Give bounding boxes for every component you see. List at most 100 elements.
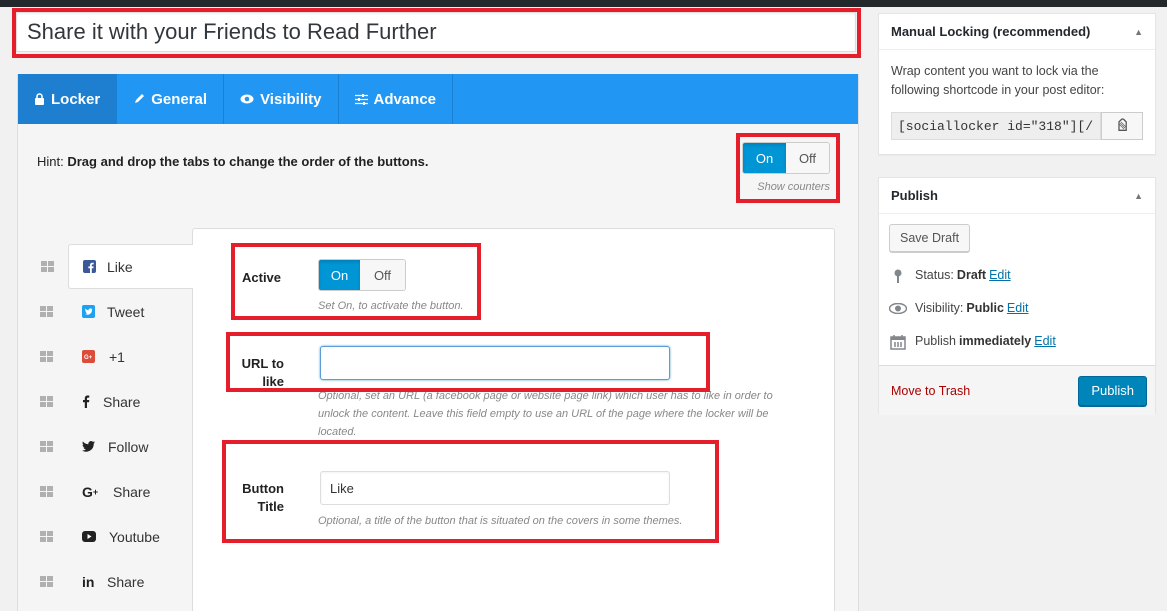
admin-top-bar [0,0,1167,7]
schedule-label: Publish [915,334,956,348]
button-item-linkedin-share[interactable]: in Share [18,559,193,604]
hint-prefix: Hint: [37,154,64,169]
tab-locker[interactable]: Locker [18,74,118,124]
hint-text: Hint: Drag and drop the tabs to change t… [37,152,457,171]
active-help-text: Set On, to activate the button. [318,300,464,312]
google-plus-g-icon: G + [82,483,99,500]
active-on-option[interactable]: On [319,260,360,290]
pencil-icon [133,93,145,105]
tab-label: Locker [51,90,101,108]
tab-label: Visibility [260,90,322,108]
button-item-fb-share[interactable]: Share [18,379,193,424]
button-item-label: +1 [109,348,125,365]
shortcode-field[interactable] [891,112,1102,140]
locker-settings-panel: Locker General Visibility Advance Hint: … [17,74,859,611]
copy-tag-icon [1118,118,1128,131]
button-title-input[interactable] [320,471,670,505]
publish-button[interactable]: Publish [1078,375,1147,406]
publish-header[interactable]: Publish ▲ [879,178,1155,214]
lock-icon [34,93,45,105]
url-help-text: Optional, set an URL (a facebook page or… [318,390,773,438]
button-item-label: Share [103,393,141,410]
visibility-row: Visibility: Public Edit [889,299,1145,318]
publish-box: Publish ▲ Save Draft Status: Draft Edit … [878,177,1156,415]
drag-handle-icon[interactable] [40,486,53,497]
sliders-icon [354,93,368,105]
move-to-trash-link[interactable]: Move to Trash [891,384,970,398]
schedule-value: immediately [959,334,1032,348]
drag-handle-icon[interactable] [40,441,53,452]
tab-visibility[interactable]: Visibility [224,74,339,124]
manual-locking-header[interactable]: Manual Locking (recommended) ▲ [879,14,1155,50]
facebook-f-icon [82,395,90,408]
drag-handle-icon[interactable] [40,396,53,407]
tab-general[interactable]: General [117,74,225,124]
url-label-line1: URL to [241,356,284,371]
show-counters-toggle[interactable]: On Off [742,142,830,174]
active-label: Active [242,270,282,285]
eye-icon [889,303,907,314]
save-draft-button[interactable]: Save Draft [889,224,971,252]
title-field-wrapper [16,12,856,52]
active-toggle[interactable]: On Off [318,259,406,291]
edit-visibility-link[interactable]: Edit [1007,299,1029,318]
copy-shortcode-button[interactable] [1101,112,1143,140]
show-counters-control: On Off Show counters [742,142,830,193]
drag-handle-icon[interactable] [40,531,53,542]
active-off-option[interactable]: Off [360,260,405,290]
status-label: Status: [915,268,954,282]
settings-tabs: Locker General Visibility Advance [18,74,858,124]
youtube-icon [82,531,96,542]
google-plus-icon: G+ [82,350,95,363]
visibility-label: Visibility: [915,301,964,315]
visibility-value: Public [966,301,1004,315]
url-to-like-input[interactable] [320,346,670,380]
button-item-google-share[interactable]: G + Share [18,469,193,514]
facebook-icon [83,260,96,273]
tab-label: Advance [373,90,437,108]
button-item-label: Share [107,573,145,590]
button-title-help-text: Optional, a title of the button that is … [318,515,683,527]
counters-on-option[interactable]: On [743,143,786,173]
tab-advance[interactable]: Advance [339,74,454,124]
svg-text:G+: G+ [84,355,93,361]
button-item-label: Like [107,258,133,275]
collapse-caret-icon[interactable]: ▲ [1134,191,1143,201]
url-label-line2: like [262,374,284,389]
button-title-label-line1: Button [242,481,284,496]
status-value: Draft [956,268,987,282]
drag-handle-icon[interactable] [40,576,53,587]
button-item-like[interactable]: Like [41,244,193,289]
status-row: Status: Draft Edit [889,266,1145,285]
button-item-plus-one[interactable]: G+ +1 [18,334,193,379]
button-item-label: Youtube [109,528,160,545]
drag-handle-icon[interactable] [40,306,53,317]
button-title-label: Button Title [233,480,284,516]
hint-message: Drag and drop the tabs to change the ord… [67,154,429,169]
counters-off-option[interactable]: Off [786,143,829,173]
show-counters-label: Show counters [757,181,830,193]
drag-handle-icon[interactable] [40,351,53,362]
edit-schedule-link[interactable]: Edit [1034,332,1056,351]
eye-icon [240,94,254,104]
tab-label: General [151,90,208,108]
linkedin-icon: in [82,573,95,590]
collapse-caret-icon[interactable]: ▲ [1134,27,1143,37]
url-label: URL to like [236,355,284,391]
pin-icon [889,269,907,283]
button-item-label: Share [113,483,151,500]
button-item-tweet[interactable]: Tweet [18,289,193,334]
twitter-icon [82,305,95,318]
manual-locking-box: Manual Locking (recommended) ▲ Wrap cont… [878,13,1156,155]
publish-actions: Move to Trash Publish [879,365,1155,415]
button-item-youtube[interactable]: Youtube [18,514,193,559]
edit-status-link[interactable]: Edit [989,266,1011,285]
twitter-bird-icon [82,441,95,452]
social-buttons-list: Like Tweet G+ +1 Share Follow G + Share … [18,244,193,604]
button-item-label: Tweet [107,303,145,320]
button-item-twitter-follow[interactable]: Follow [18,424,193,469]
manual-locking-title: Manual Locking (recommended) [891,24,1091,39]
drag-handle-icon[interactable] [41,261,54,272]
button-title-label-line2: Title [257,499,285,514]
locker-title-input[interactable] [17,13,855,51]
